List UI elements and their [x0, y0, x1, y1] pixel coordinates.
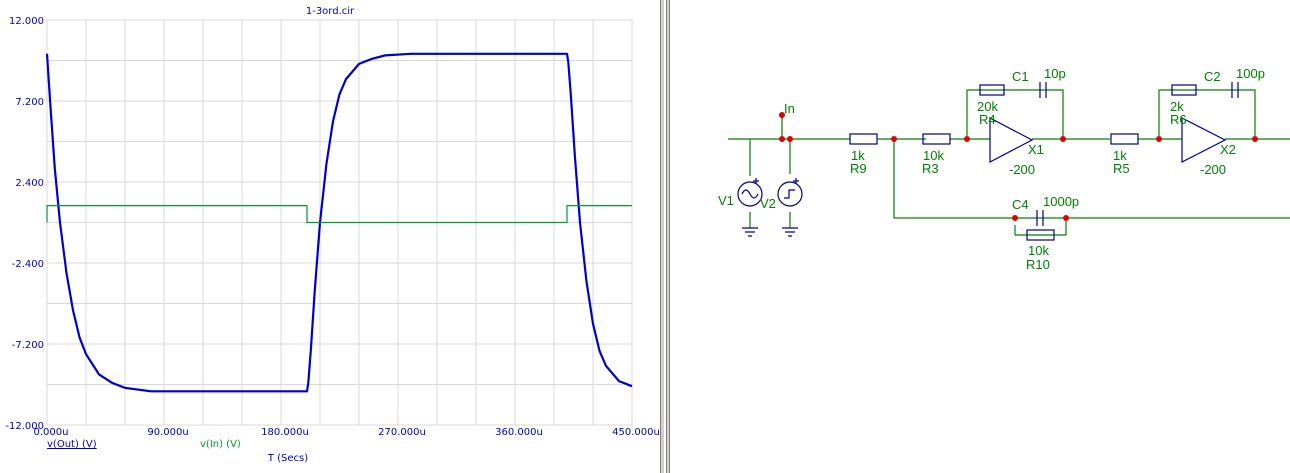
label-v1: V1: [718, 193, 734, 208]
label-c1: C1: [1012, 69, 1029, 84]
pane-splitter[interactable]: [660, 0, 670, 473]
gain-x1: -200: [1009, 162, 1035, 177]
legend-vin[interactable]: v(In) (V): [200, 439, 241, 450]
chart-axes: 12.0007.2002.400-2.400-7.200-12.0000.000…: [5, 16, 659, 438]
value-r10: 10k: [1028, 243, 1049, 258]
x-tick-label: 450.000u: [612, 427, 660, 438]
opamp-x2[interactable]: [1181, 117, 1227, 163]
sine-symbol-icon: [741, 189, 759, 199]
label-v2: V2: [760, 196, 776, 211]
schematic-pane[interactable]: In V1 V2 1k R9 10k R3 20k R4 C1 10p X1 -…: [670, 0, 1290, 473]
y-tick-label: 2.400: [15, 178, 44, 189]
y-tick-label: -2.400: [12, 259, 44, 270]
label-r6: R6: [1170, 112, 1187, 127]
ground-icon: [782, 227, 798, 237]
waveform-plot-pane[interactable]: 12.000 7.200 2.400 -2.400 -7.200 -12.000 0.000…: [0, 0, 660, 473]
x-tick-label: 270.000u: [378, 427, 426, 438]
plus-sign-icon: [753, 178, 799, 184]
label-c2: C2: [1204, 69, 1221, 84]
label-x2: X2: [1220, 142, 1236, 157]
waveform-chart[interactable]: 12.0007.2002.400-2.400-7.200-12.0000.000…: [0, 0, 660, 473]
y-tick-label: 7.200: [15, 97, 44, 108]
value-c2: 100p: [1236, 66, 1265, 81]
y-tick-label: 12.000: [9, 16, 44, 27]
label-x1: X1: [1028, 142, 1044, 157]
legend-vout[interactable]: v(Out) (V): [47, 439, 97, 450]
x-axis-label: T (Secs): [267, 453, 308, 464]
ground-icon: [742, 227, 758, 237]
chart-title: 1-3ord.cir: [306, 6, 355, 17]
label-r9: R9: [850, 161, 867, 176]
label-r5: R5: [1113, 161, 1130, 176]
value-c4: 1000p: [1043, 194, 1079, 209]
gain-x2: -200: [1200, 162, 1226, 177]
label-r3: R3: [922, 161, 939, 176]
node-label-in: In: [784, 101, 795, 116]
x-tick-label: 360.000u: [495, 427, 543, 438]
schematic-labels: In V1 V2 1k R9 10k R3 20k R4 C1 10p X1 -…: [718, 66, 1265, 272]
opamp-x1[interactable]: [989, 117, 1034, 163]
pulse-source-v2[interactable]: [777, 181, 803, 207]
pulse-symbol-icon: [784, 189, 795, 199]
label-r10: R10: [1026, 257, 1050, 272]
y-tick-label: -7.200: [12, 340, 44, 351]
schematic-canvas[interactable]: In V1 V2 1k R9 10k R3 20k R4 C1 10p X1 -…: [670, 0, 1290, 473]
resistor-r5[interactable]: [1110, 133, 1139, 145]
label-c4: C4: [1012, 197, 1029, 212]
x-tick-label: 180.000u: [261, 427, 309, 438]
value-c1: 10p: [1044, 66, 1066, 81]
x-tick-label: 0.000u: [34, 427, 69, 438]
x-tick-label: 90.000u: [147, 427, 188, 438]
resistor-r3[interactable]: [922, 133, 951, 145]
resistor-r9[interactable]: [849, 133, 878, 145]
label-r4: R4: [979, 112, 996, 127]
series-line-vin: [46, 205, 632, 224]
